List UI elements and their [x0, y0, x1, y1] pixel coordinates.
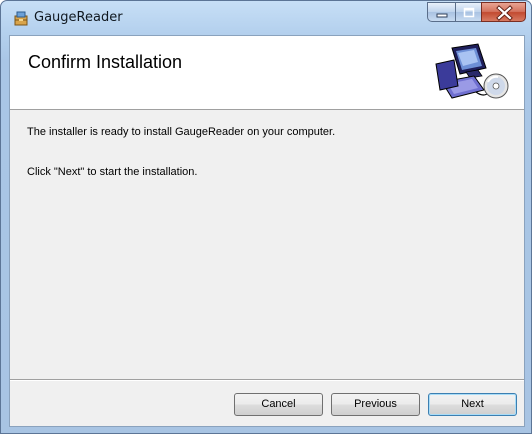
previous-button[interactable]: Previous	[331, 393, 420, 416]
close-icon	[496, 5, 513, 21]
computer-disc-icon	[428, 42, 512, 106]
footer-divider	[10, 379, 524, 381]
title-bar[interactable]: GaugeReader	[1, 1, 531, 35]
minimize-icon	[436, 13, 448, 18]
ready-message: The installer is ready to install GaugeR…	[27, 126, 336, 138]
installer-package-icon	[13, 10, 29, 26]
maximize-button[interactable]	[455, 2, 482, 22]
header-banner: Confirm Installation	[10, 36, 524, 110]
close-button[interactable]	[481, 2, 526, 22]
cancel-button[interactable]: Cancel	[234, 393, 323, 416]
next-button[interactable]: Next	[428, 393, 517, 416]
minimize-button[interactable]	[427, 2, 456, 22]
installer-window: GaugeReader Confirm Installation The ins…	[0, 0, 532, 434]
window-title: GaugeReader	[34, 10, 123, 25]
next-instruction: Click "Next" to start the installation.	[27, 166, 198, 178]
page-title: Confirm Installation	[28, 52, 183, 72]
installer-client-area: Confirm Installation The installer is re…	[9, 35, 525, 427]
maximize-icon	[463, 7, 475, 18]
